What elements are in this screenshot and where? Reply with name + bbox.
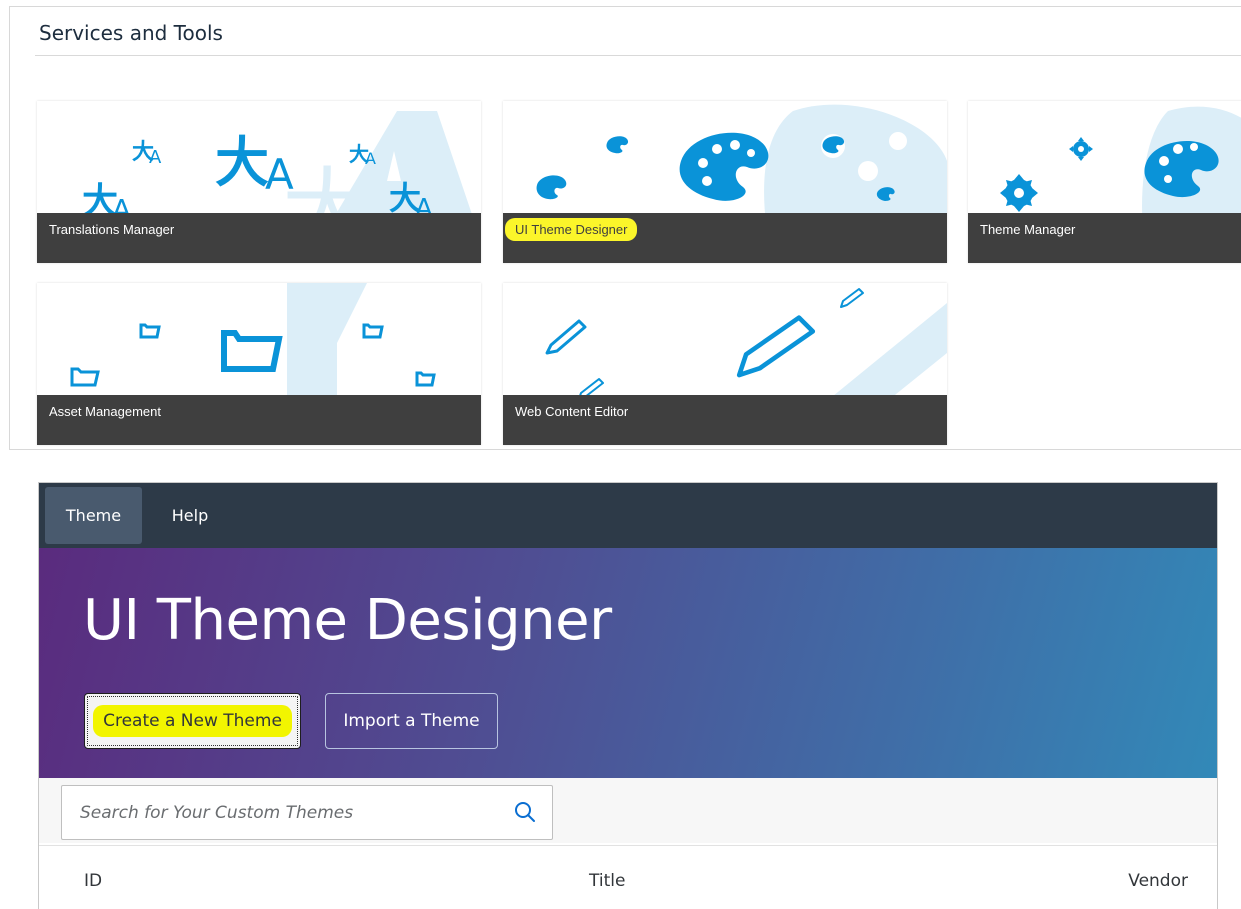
- tile-label: Theme Manager: [980, 222, 1076, 237]
- search-input[interactable]: [62, 786, 492, 839]
- page-title: UI Theme Designer: [83, 588, 612, 653]
- tile-label-bar: Theme Manager: [968, 213, 1241, 263]
- svg-text:大: 大: [215, 131, 269, 194]
- create-new-theme-label: Create a New Theme: [93, 705, 292, 737]
- menu-bar: Theme Help: [39, 483, 1217, 548]
- tile-label: Asset Management: [49, 404, 162, 419]
- menu-item-theme[interactable]: Theme: [45, 487, 142, 544]
- hero-banner: UI Theme Designer Create a New Theme Imp…: [39, 548, 1217, 778]
- tile-web-content-editor[interactable]: Web Content Editor: [503, 283, 947, 445]
- services-and-tools-panel: Services and Tools 大A 大A 大A 大A 大A 大 Tran…: [9, 6, 1241, 450]
- search-field: [61, 785, 553, 840]
- section-divider: [35, 55, 1241, 56]
- column-header-vendor[interactable]: Vendor: [1128, 871, 1188, 891]
- svg-text:A: A: [149, 147, 162, 168]
- tile-translations-manager[interactable]: 大A 大A 大A 大A 大A 大 Translations Manager: [37, 101, 481, 263]
- create-new-theme-button[interactable]: Create a New Theme: [84, 693, 301, 749]
- column-header-id[interactable]: ID: [84, 871, 102, 891]
- search-icon[interactable]: [514, 801, 536, 823]
- tile-ui-theme-designer[interactable]: UI Theme Designer: [503, 101, 947, 263]
- menu-item-help[interactable]: Help: [155, 487, 225, 544]
- tile-label-bar: Web Content Editor: [503, 395, 947, 445]
- tile-theme-manager[interactable]: Theme Manager: [968, 101, 1241, 263]
- tile-label: Translations Manager: [49, 222, 175, 237]
- import-theme-button[interactable]: Import a Theme: [325, 693, 498, 749]
- tile-asset-management[interactable]: Asset Management: [37, 283, 481, 445]
- tile-label-bar: Translations Manager: [37, 213, 481, 263]
- tile-label: Web Content Editor: [515, 404, 629, 419]
- search-toolbar: [39, 778, 1217, 843]
- tile-label-bar: Asset Management: [37, 395, 481, 445]
- tile-label-bar: UI Theme Designer: [503, 213, 947, 263]
- column-header-title[interactable]: Title: [589, 871, 625, 891]
- tile-label: UI Theme Designer: [505, 218, 638, 241]
- table-header: ID Title Vendor: [39, 845, 1217, 909]
- ui-theme-designer-window: Theme Help UI Theme Designer Create a Ne…: [38, 482, 1218, 909]
- section-title: Services and Tools: [39, 21, 223, 45]
